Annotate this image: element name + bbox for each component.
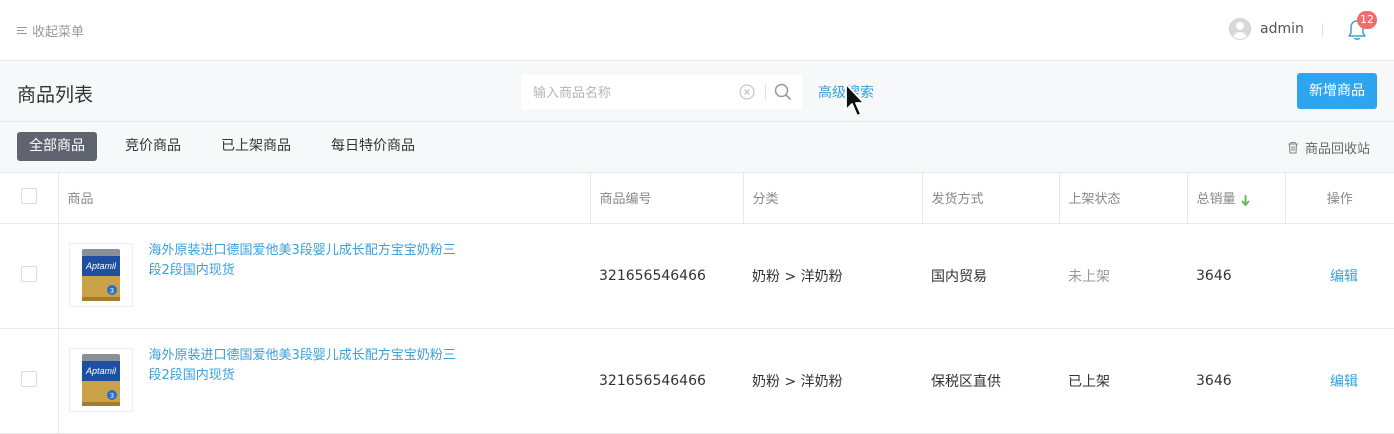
column-header-product: 商品 — [58, 173, 591, 224]
username: admin — [1260, 21, 1304, 37]
row-checkbox[interactable] — [20, 370, 37, 387]
user-menu[interactable]: admin — [1229, 18, 1304, 40]
row-checkbox[interactable] — [20, 265, 37, 282]
product-name-link[interactable]: 海外原装进口德国爱他美3段婴儿成长配方宝宝奶粉三段2段国内现货 — [149, 241, 459, 281]
product-category: 奶粉 > 洋奶粉 — [743, 223, 922, 329]
brand-text: Aptamil — [84, 261, 116, 271]
column-header-status: 上架状态 — [1059, 173, 1188, 224]
brand-text: Aptamil — [84, 366, 116, 376]
table-row: Aptamil 3 海外原装进口德国爱他美3段婴儿成长配方宝宝奶粉三段2段国内现… — [0, 328, 1394, 434]
product-category: 奶粉 > 洋奶粉 — [743, 328, 922, 434]
row-select-cell — [0, 328, 59, 434]
divider — [1322, 23, 1323, 37]
search-box — [521, 74, 802, 112]
total-sales: 3646 — [1187, 223, 1285, 329]
column-header-code: 商品编号 — [590, 173, 744, 224]
svg-text:3: 3 — [110, 393, 114, 400]
tab-daily-specials[interactable]: 每日特价商品 — [319, 132, 427, 161]
notification-badge: 12 — [1357, 11, 1377, 29]
collapse-menu-button[interactable]: 收起菜单 — [17, 21, 84, 40]
top-bar: 收起菜单 admin 12 — [0, 0, 1394, 61]
recycle-bin-link[interactable]: 商品回收站 — [1287, 138, 1370, 157]
product-image[interactable]: Aptamil 3 — [68, 348, 133, 412]
tab-all-products[interactable]: 全部商品 — [17, 132, 97, 161]
menu-icon — [17, 25, 27, 36]
sort-down-icon[interactable] — [1240, 194, 1250, 206]
column-header-sales[interactable]: 总销量 — [1187, 173, 1286, 224]
column-header-category: 分类 — [743, 173, 923, 224]
product-cell: Aptamil 3 海外原装进口德国爱他美3段婴儿成长配方宝宝奶粉三段2段国内现… — [58, 328, 590, 434]
column-header-shipping: 发货方式 — [922, 173, 1060, 224]
listing-status: 未上架 — [1059, 223, 1187, 329]
milk-can-image: Aptamil 3 — [81, 354, 120, 406]
search-icon[interactable] — [774, 83, 792, 101]
trash-icon — [1288, 141, 1298, 154]
search-input[interactable] — [521, 74, 745, 112]
tab-listed-products[interactable]: 已上架商品 — [209, 132, 303, 161]
product-table: 商品 商品编号 分类 发货方式 上架状态 总销量 操作 Aptamil 3 海外… — [0, 173, 1394, 434]
svg-text:3: 3 — [110, 288, 114, 295]
shipping-method: 保税区直供 — [922, 328, 1059, 434]
milk-can-image: Aptamil 3 — [81, 249, 120, 301]
sales-header-label: 总销量 — [1196, 192, 1236, 208]
filter-tabs: 全部商品 竞价商品 已上架商品 每日特价商品 商品回收站 — [0, 122, 1394, 173]
select-all-cell — [0, 173, 59, 224]
product-code: 321656546466 — [590, 328, 743, 434]
recycle-bin-label: 商品回收站 — [1305, 142, 1371, 157]
product-code: 321656546466 — [590, 223, 743, 329]
product-cell: Aptamil 3 海外原装进口德国爱他美3段婴儿成长配方宝宝奶粉三段2段国内现… — [58, 223, 590, 329]
column-header-action: 操作 — [1285, 173, 1394, 224]
product-name-link[interactable]: 海外原装进口德国爱他美3段婴儿成长配方宝宝奶粉三段2段国内现货 — [149, 346, 459, 386]
page-header: 商品列表 高级搜索 — [0, 61, 1394, 122]
listing-status: 已上架 — [1059, 328, 1187, 434]
avatar — [1229, 18, 1251, 40]
total-sales: 3646 — [1187, 328, 1285, 434]
page-title: 商品列表 — [17, 84, 94, 106]
search-divider — [765, 84, 766, 100]
row-select-cell — [0, 223, 59, 329]
edit-link[interactable]: 编辑 — [1285, 223, 1394, 329]
table-header-row: 商品 商品编号 分类 发货方式 上架状态 总销量 操作 — [0, 173, 1394, 224]
select-all-checkbox[interactable] — [20, 187, 37, 204]
advanced-search-link[interactable]: 高级搜索 — [818, 82, 874, 102]
shipping-method: 国内贸易 — [922, 223, 1059, 329]
edit-link[interactable]: 编辑 — [1285, 328, 1394, 434]
collapse-menu-label: 收起菜单 — [32, 25, 85, 40]
add-product-button[interactable]: 新增商品 — [1297, 73, 1377, 109]
tab-bidding-products[interactable]: 竞价商品 — [113, 132, 193, 161]
table-row: Aptamil 3 海外原装进口德国爱他美3段婴儿成长配方宝宝奶粉三段2段国内现… — [0, 223, 1394, 329]
clear-icon[interactable] — [739, 84, 755, 100]
product-image[interactable]: Aptamil 3 — [68, 243, 133, 307]
